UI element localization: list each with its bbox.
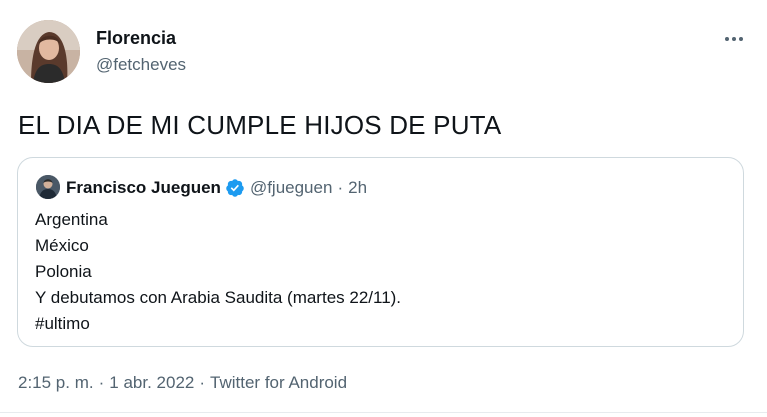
tweet-time[interactable]: 2:15 p. m. bbox=[18, 373, 94, 393]
quoted-timestamp[interactable]: 2h bbox=[348, 178, 367, 198]
quoted-header: Francisco Jueguen @fjueguen · 2h bbox=[66, 176, 367, 200]
quoted-author-name[interactable]: Francisco Jueguen bbox=[66, 178, 221, 198]
tweet-date[interactable]: 1 abr. 2022 bbox=[109, 373, 194, 393]
divider bbox=[0, 412, 767, 413]
meta-separator: · bbox=[199, 373, 206, 392]
quoted-author-avatar[interactable] bbox=[36, 175, 60, 199]
tweet-source[interactable]: Twitter for Android bbox=[210, 373, 347, 393]
more-horizontal-icon bbox=[725, 37, 743, 41]
quoted-separator: · bbox=[337, 178, 344, 197]
verified-badge-icon bbox=[225, 178, 245, 198]
quoted-tweet[interactable]: Francisco Jueguen @fjueguen · 2h Argenti… bbox=[17, 157, 744, 347]
tweet-metadata: 2:15 p. m. · 1 abr. 2022 · Twitter for A… bbox=[18, 373, 347, 393]
quoted-avatar-photo-icon bbox=[36, 175, 60, 199]
author-avatar[interactable] bbox=[17, 20, 80, 83]
quoted-line: Polonia bbox=[35, 262, 92, 281]
quoted-line: México bbox=[35, 236, 89, 255]
meta-separator: · bbox=[98, 373, 105, 392]
author-name[interactable]: Florencia bbox=[96, 28, 176, 49]
quoted-tweet-text: Argentina México Polonia Y debutamos con… bbox=[35, 207, 401, 337]
quoted-line: Argentina bbox=[35, 210, 108, 229]
avatar-photo-icon bbox=[17, 20, 80, 83]
author-handle[interactable]: @fetcheves bbox=[96, 55, 186, 75]
tweet-text: EL DIA DE MI CUMPLE HIJOS DE PUTA bbox=[18, 110, 502, 140]
tweet: Florencia @fetcheves EL DIA DE MI CUMPLE… bbox=[0, 0, 767, 417]
quoted-line: Y debutamos con Arabia Saudita (martes 2… bbox=[35, 288, 402, 307]
more-options-button[interactable] bbox=[718, 28, 750, 50]
quoted-author-handle[interactable]: @fjueguen bbox=[250, 178, 333, 198]
quoted-hashtag[interactable]: #ultimo bbox=[35, 311, 401, 337]
